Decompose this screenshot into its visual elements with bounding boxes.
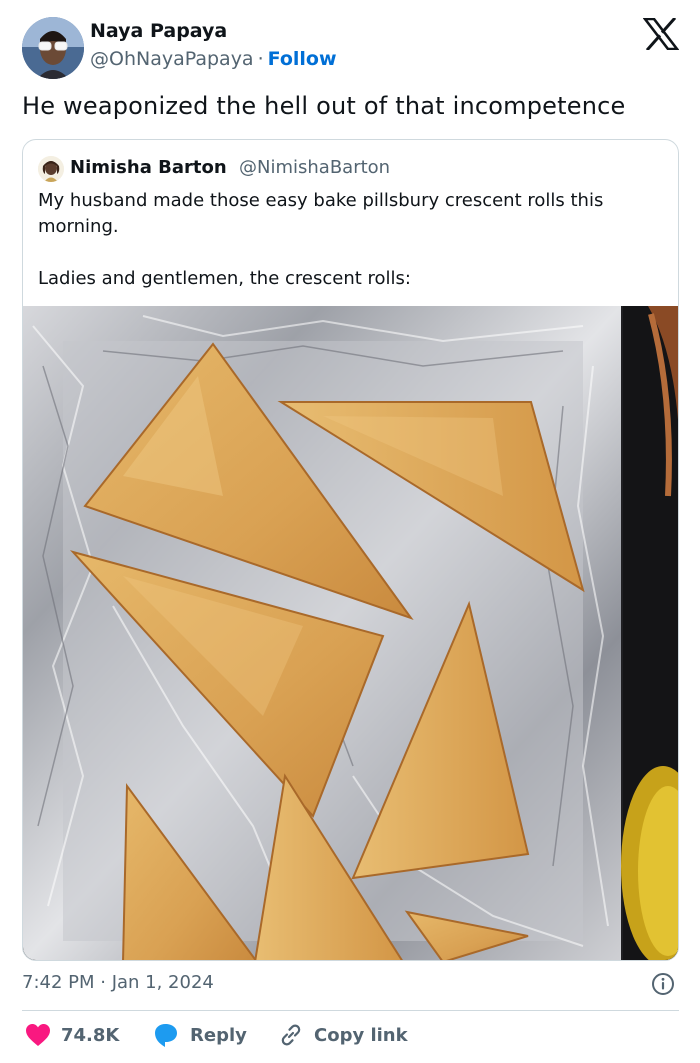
tweet-embed: Naya Papaya @OhNayaPapaya · Follow He weap… — [0, 0, 700, 1063]
author-handle[interactable]: @OhNayaPapaya — [90, 48, 254, 70]
quoted-author-handle[interactable]: @NimishaBarton — [239, 157, 390, 178]
copy-link-label: Copy link — [314, 1024, 408, 1046]
tweet-text: He weaponized the hell out of that incom… — [22, 92, 626, 120]
info-icon[interactable] — [651, 972, 675, 996]
quoted-tweet-text: My husband made those easy bake pillsbur… — [38, 188, 666, 318]
footer-divider — [22, 1010, 679, 1011]
quoted-tweet[interactable]: Nimisha Barton @NimishaBarton My husband… — [22, 139, 679, 961]
tweet-timestamp[interactable]: 7:42 PM · Jan 1, 2024 — [22, 972, 214, 993]
like-button[interactable]: 74.8K — [25, 1022, 119, 1048]
author-meta: @OhNayaPapaya · Follow — [90, 48, 337, 70]
meta-separator: · — [257, 48, 264, 70]
reply-button[interactable]: Reply — [152, 1022, 247, 1048]
x-logo-icon[interactable] — [642, 16, 680, 52]
quoted-author-avatar[interactable] — [38, 156, 64, 182]
heart-icon — [26, 1024, 50, 1046]
follow-button[interactable]: Follow — [268, 48, 337, 70]
like-count: 74.8K — [61, 1024, 120, 1046]
quoted-paragraph: My husband made those easy bake pillsbur… — [38, 190, 604, 237]
author-name[interactable]: Naya Papaya — [90, 20, 227, 42]
link-icon — [281, 1024, 301, 1046]
reply-label: Reply — [190, 1024, 247, 1046]
quoted-paragraph: Ladies and gentlemen, the crescent rolls… — [38, 268, 411, 289]
crescent-rolls-photo[interactable] — [23, 306, 678, 960]
copy-link-button[interactable]: Copy link — [278, 1022, 408, 1048]
quoted-author-name[interactable]: Nimisha Barton — [70, 157, 227, 178]
reply-bubble-icon — [155, 1024, 177, 1047]
author-avatar[interactable] — [22, 17, 84, 79]
